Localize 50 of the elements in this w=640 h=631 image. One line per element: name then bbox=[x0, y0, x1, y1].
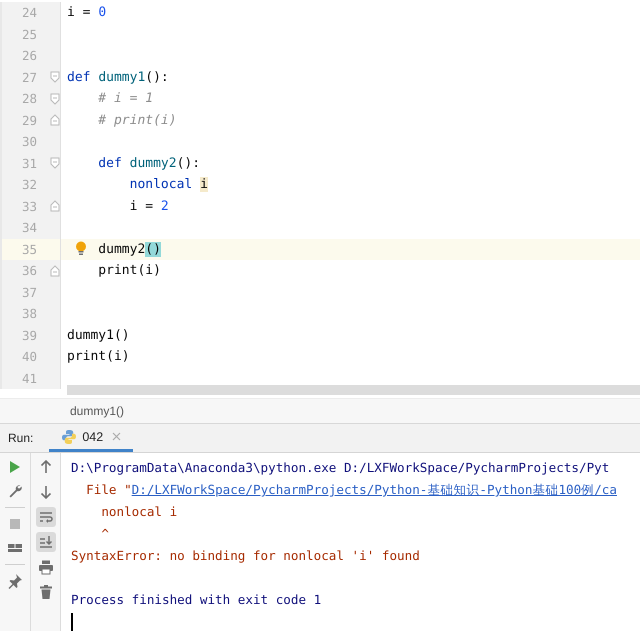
horizontal-scrollbar[interactable] bbox=[67, 385, 640, 395]
panel-title: Run: bbox=[8, 431, 34, 445]
fold-marker-icon[interactable] bbox=[50, 71, 60, 84]
line-number: 40 bbox=[21, 349, 38, 364]
line-number: 28 bbox=[21, 91, 38, 106]
line-number: 32 bbox=[21, 177, 38, 192]
breadcrumb[interactable]: dummy1() bbox=[70, 404, 124, 418]
line-number: 29 bbox=[21, 112, 38, 128]
line-number: 35 bbox=[21, 242, 38, 257]
fold-marker-icon[interactable] bbox=[50, 92, 60, 105]
line-number: 24 bbox=[21, 5, 38, 20]
line-number: 25 bbox=[21, 26, 38, 42]
line-number: 41 bbox=[21, 370, 38, 386]
line-number: 38 bbox=[21, 306, 38, 322]
line-number: 39 bbox=[21, 328, 38, 343]
code-line: print(i) bbox=[67, 349, 130, 364]
line-number: 34 bbox=[21, 220, 38, 236]
code-line: # i = 1 bbox=[97, 91, 154, 106]
line-number: 37 bbox=[21, 284, 38, 300]
code-line: i = 0 bbox=[67, 5, 106, 20]
fold-marker-icon[interactable] bbox=[50, 157, 60, 170]
console-line: D:\ProgramData\Anaconda3\python.exe D:/LXFWorkSpace/PycharmProjects/Pyt bbox=[71, 459, 610, 477]
line-number: 31 bbox=[21, 156, 38, 171]
code-line: nonlocal i bbox=[128, 177, 208, 192]
text-cursor bbox=[71, 613, 73, 631]
code-line: print(i) bbox=[97, 263, 161, 278]
line-number: 33 bbox=[21, 198, 38, 214]
console-line: Process finished with exit code 1 bbox=[71, 591, 322, 609]
code-line: dummy1() bbox=[67, 328, 130, 343]
python-icon bbox=[61, 428, 78, 444]
console-line: File "D:/LXFWorkSpace/PycharmProjects/Python-基础知识-Python基础100例/ca bbox=[85, 481, 618, 499]
fold-marker-icon[interactable] bbox=[50, 200, 60, 212]
scroll-to-end-icon[interactable] bbox=[36, 532, 56, 552]
soft-wrap-icon[interactable] bbox=[36, 507, 56, 527]
line-number: 27 bbox=[21, 70, 38, 85]
line-number: 30 bbox=[21, 134, 38, 150]
line-number: 26 bbox=[21, 48, 38, 64]
code-line: # print(i) bbox=[97, 112, 177, 128]
lightbulb-icon[interactable] bbox=[75, 240, 87, 256]
fold-marker-icon[interactable] bbox=[50, 264, 60, 277]
console-line: nonlocal i bbox=[100, 503, 178, 521]
code-line: i = 2 bbox=[128, 198, 169, 214]
console-line: ^ bbox=[100, 525, 110, 543]
code-line: def dummy1(): bbox=[67, 70, 169, 85]
console-line: SyntaxError: no binding for nonlocal 'i' found bbox=[71, 547, 421, 565]
code-line: dummy2() bbox=[97, 242, 161, 257]
code-line: def dummy2(): bbox=[97, 156, 200, 171]
run-tab[interactable]: 042 bbox=[49, 424, 134, 452]
fold-marker-icon[interactable] bbox=[50, 114, 60, 126]
line-number: 36 bbox=[21, 263, 38, 278]
